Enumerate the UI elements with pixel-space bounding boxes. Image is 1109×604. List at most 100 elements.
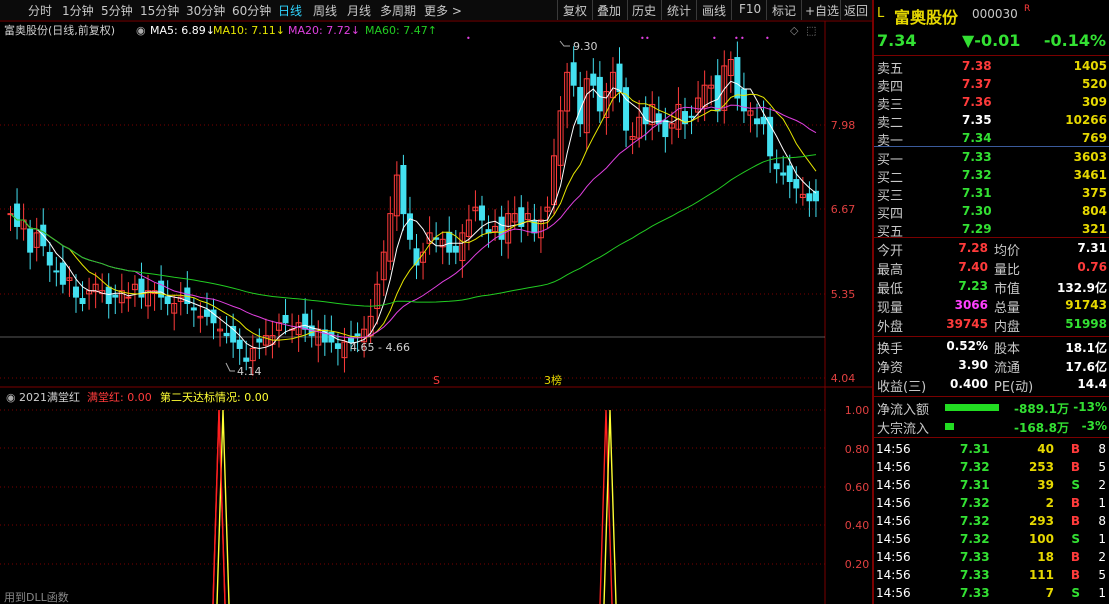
tick-count: 8 [1098, 514, 1106, 528]
candle-body [616, 63, 623, 93]
flow-value: -889.1万 [1014, 402, 1069, 416]
back-button[interactable]: 返回 [844, 2, 868, 19]
flow-row[interactable]: 大宗流入 -168.8万 -3% [874, 418, 1109, 437]
candle-body [302, 313, 309, 330]
tick-row[interactable]: 14:56 7.32 100 S 1 [874, 531, 1109, 549]
candle-body [570, 62, 577, 86]
flow-value: -168.8万 [1014, 421, 1069, 435]
info-label: 流通 [994, 361, 1021, 376]
tick-row[interactable]: 14:56 7.31 40 B 8 [874, 441, 1109, 459]
stat-label: 外盘 [877, 320, 904, 335]
candle-body [105, 286, 112, 305]
tab-weekly[interactable]: 周线 [313, 2, 337, 19]
candle-body [760, 116, 767, 125]
indicator-axis-label: 1.00 [845, 404, 870, 417]
draw-button[interactable]: 画线 [702, 2, 726, 19]
candle-body [53, 270, 60, 273]
ask-label: 卖五 [877, 62, 904, 77]
candle-body [236, 339, 243, 349]
ask-volume: 1405 [1073, 59, 1107, 73]
mark-button[interactable]: 标记 [772, 2, 796, 19]
tab-5min[interactable]: 5分钟 [101, 2, 133, 19]
tick-row[interactable]: 14:56 7.31 39 S 2 [874, 477, 1109, 495]
tick-volume: 100 [1028, 532, 1054, 546]
bid-row[interactable]: 买四 7.30 804 [874, 203, 1109, 222]
candle-body [662, 119, 669, 138]
stat-row[interactable]: 今开 7.28 均价 7.31 [874, 240, 1109, 259]
low-annotation: 4.14 [237, 365, 262, 378]
tick-row[interactable]: 14:56 7.32 253 B 5 [874, 459, 1109, 477]
candle-body [72, 286, 79, 298]
candle-body [282, 314, 289, 324]
tick-row[interactable]: 14:56 7.32 293 B 8 [874, 513, 1109, 531]
tick-row[interactable]: 14:56 7.33 111 B 5 [874, 567, 1109, 585]
kline-chart[interactable]: • • • • • • • 富奥股份(日线,前复权) ◉ MA5: 6.89↓ MA10: … [0, 21, 872, 604]
tab-more[interactable]: 更多 > [424, 2, 462, 19]
tab-timeshare[interactable]: 分时 [28, 2, 52, 19]
ask-row[interactable]: 卖四 7.37 520 [874, 76, 1109, 95]
tab-daily[interactable]: 日线 [278, 2, 302, 19]
diamond-icon[interactable]: ◇ [790, 24, 799, 37]
info-value: 0.52% [946, 339, 988, 353]
tick-time: 14:56 [876, 550, 911, 564]
bid-row[interactable]: 买二 7.32 3461 [874, 167, 1109, 186]
f10-button[interactable]: F10 [739, 2, 761, 16]
ma20-line [10, 104, 817, 339]
info-label: 换手 [877, 342, 904, 357]
ma10-label: MA10: 7.11↓ [213, 24, 285, 37]
candle-body [688, 115, 695, 118]
tab-multi-period[interactable]: 多周期 [380, 2, 416, 19]
chevron-down-icon[interactable]: ◉ [136, 24, 146, 37]
indicator-value-1: 满堂红: 0.00 [87, 391, 152, 404]
candle-body [734, 57, 741, 99]
tick-row[interactable]: 14:56 7.32 2 B 1 [874, 495, 1109, 513]
info-value: 3.90 [958, 358, 988, 372]
tab-monthly[interactable]: 月线 [347, 2, 371, 19]
ask-row[interactable]: 卖三 7.36 309 [874, 94, 1109, 113]
tick-row[interactable]: 14:56 7.33 18 B 2 [874, 549, 1109, 567]
info-row[interactable]: 净资 3.90 流通 17.6亿 [874, 357, 1109, 376]
stat-row[interactable]: 最高 7.40 量比 0.76 [874, 259, 1109, 278]
stat-row[interactable]: 最低 7.23 市值 132.9亿 [874, 278, 1109, 297]
tick-price: 7.32 [960, 496, 990, 510]
tick-count: 1 [1098, 586, 1106, 600]
flow-row[interactable]: 净流入额 -889.1万 -13% [874, 399, 1109, 418]
tab-15min[interactable]: 15分钟 [140, 2, 179, 19]
overlay-button[interactable]: 叠加 [597, 2, 621, 19]
candle-body [138, 278, 145, 298]
stat-label: 今开 [877, 244, 904, 259]
ask-price: 7.36 [962, 95, 992, 109]
stats-button[interactable]: 统计 [667, 2, 691, 19]
candle-body [256, 338, 263, 343]
tab-1min[interactable]: 1分钟 [62, 2, 94, 19]
candle-body [27, 228, 34, 253]
tick-time: 14:56 [876, 586, 911, 600]
flow-pct: -3% [1081, 419, 1107, 433]
stat-value: 7.23 [958, 279, 988, 293]
tick-row[interactable]: 14:56 7.33 7 S 1 [874, 585, 1109, 603]
stat-value: 39745 [946, 317, 988, 331]
signal-dot: • [765, 34, 770, 43]
tick-time: 14:56 [876, 460, 911, 474]
expand-icon[interactable]: ⬚ [806, 24, 816, 37]
bid-price: 7.31 [962, 186, 992, 200]
indicator-toggle-icon[interactable]: ◉ [6, 391, 16, 404]
stat-row[interactable]: 现量 3066 总量 91743 [874, 297, 1109, 316]
add-watchlist-button[interactable]: +自选 [805, 2, 839, 19]
history-button[interactable]: 历史 [632, 2, 656, 19]
bid-row[interactable]: 买三 7.31 375 [874, 185, 1109, 204]
tick-price: 7.32 [960, 460, 990, 474]
info-row[interactable]: 换手 0.52% 股本 18.1亿 [874, 338, 1109, 357]
tick-time: 14:56 [876, 532, 911, 546]
tick-price: 7.32 [960, 514, 990, 528]
ask-row[interactable]: 卖二 7.35 10266 [874, 112, 1109, 131]
tab-30min[interactable]: 30分钟 [186, 2, 225, 19]
stat-row[interactable]: 外盘 39745 内盘 51998 [874, 316, 1109, 335]
info-row[interactable]: 收益(三) 0.400 PE(动) 14.4 [874, 376, 1109, 395]
tick-price: 7.31 [960, 442, 990, 456]
ask-row[interactable]: 卖五 7.38 1405 [874, 58, 1109, 77]
tab-60min[interactable]: 60分钟 [232, 2, 271, 19]
l-marker: L [877, 6, 885, 21]
adjust-button[interactable]: 复权 [563, 2, 587, 19]
bid-row[interactable]: 买一 7.33 3603 [874, 149, 1109, 168]
